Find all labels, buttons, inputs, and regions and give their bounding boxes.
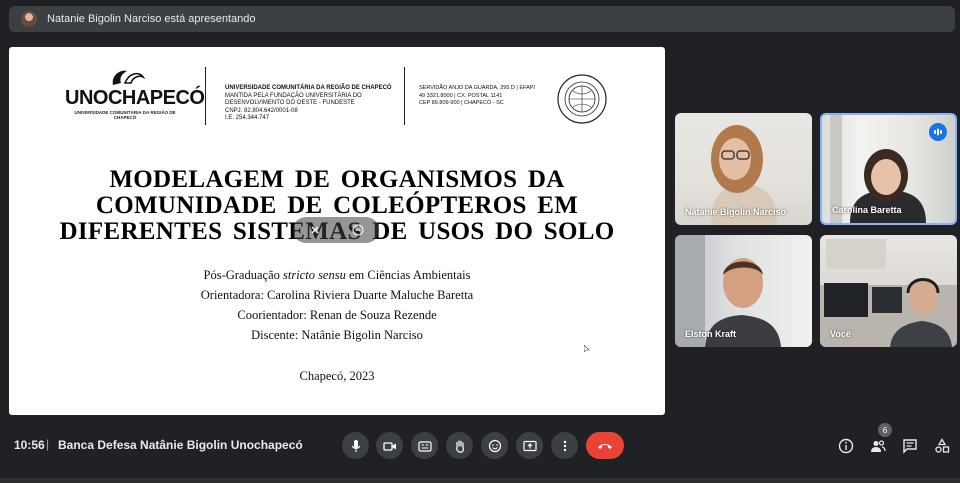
chat-icon [903,439,917,454]
address-info: SERVIDÃO ANJO DA GUARDA, 295 D | EFAPI 4… [419,85,535,108]
address-line: CEP 89.809-900 | CHAPECÓ - SC [419,100,504,106]
people-button[interactable] [868,436,888,456]
phone-hangup-icon [598,443,612,449]
emoji-icon [488,439,501,452]
meeting-clock: 10:56 [14,438,45,452]
coadvisor-line: Coorientador: Renan de Souza Rezende [237,308,437,322]
info-icon [838,438,854,454]
divider-line [404,67,405,125]
address-line: SERVIDÃO ANJO DA GUARDA, 295 D | EFAPI [419,85,535,91]
participant-name: Você [830,329,851,339]
mouse-cursor-icon [584,345,590,353]
meeting-title: Banca Defesa Natânie Bigolin Unochapecó [58,438,303,452]
institution-info: UNIVERSIDADE COMUNITÁRIA DA REGIÃO DE CH… [225,85,392,123]
logo-wordmark: UNOCHAPECÓ [65,87,205,109]
speaking-indicator-icon [929,123,947,141]
university-seal-icon [557,74,607,124]
program-italic: stricto sensu [283,268,346,282]
clock-separator: | [46,437,50,451]
participant-tile-self[interactable]: Você [820,235,957,347]
presentation-slide: UNOCHAPECÓ UNIVERSIDADE COMUNITÁRIA DA R… [9,47,665,415]
unochapeco-logo: UNOCHAPECÓ UNIVERSIDADE COMUNITÁRIA DA R… [65,65,205,123]
reactions-button[interactable] [481,432,508,459]
title-line: COMUNIDADE DE COLEÓPTEROS EM [95,192,579,219]
institution-line: I.E. 254.344.747 [225,115,270,121]
city-year: Chapecó, 2023 [299,369,375,383]
address-line: 49 3321.8000 | CX. POSTAL 1141 [419,92,503,99]
end-call-button[interactable] [586,432,624,459]
presenting-text: Natanie Bigolin Narciso está apresentand… [47,13,256,25]
title-line: MODELAGEM DE ORGANISMOS DA [109,166,565,193]
institution-line: DESENVOLVIMENTO DO OESTE - FUNDESTE [225,100,355,106]
minus-icon[interactable] [352,224,364,236]
raise-hand-button[interactable] [446,432,473,459]
institution-line: MANTIDA PELA FUNDAÇÃO UNIVERSITÁRIA DO [225,92,362,99]
camera-button[interactable] [376,432,403,459]
presenter-avatar [21,11,37,27]
institution-line: CNPJ. 82.804.642/0001-08 [225,107,298,114]
thesis-info: Pós-Graduação stricto sensu em Ciências … [9,265,665,345]
participant-name: Carolina Baretta [832,205,902,215]
participant-name: Elston Kraft [685,329,737,339]
logo-subtitle: UNIVERSIDADE COMUNITÁRIA DA REGIÃO DE CH… [74,110,176,120]
present-icon [522,440,537,451]
institution-line: UNIVERSIDADE COMUNITÁRIA DA REGIÃO DE CH… [225,85,392,91]
shapes-icon [935,438,950,453]
present-screen-button[interactable] [516,432,543,459]
meeting-details-button[interactable] [836,436,856,456]
microphone-button[interactable] [342,432,369,459]
people-count-badge: 6 [878,423,892,437]
bottom-strip [0,478,960,483]
activities-button[interactable] [932,436,952,456]
divider-line [205,67,206,125]
captions-button[interactable] [411,432,438,459]
hand-icon [455,439,464,453]
student-line: Discente: Natânie Bigolin Narciso [251,328,423,342]
presenting-banner: Natanie Bigolin Narciso está apresentand… [9,6,955,32]
advisor-line: Orientadora: Carolina Riviera Duarte Mal… [200,288,474,302]
participant-tile-speaking[interactable]: Carolina Baretta [820,113,957,225]
more-options-button[interactable] [551,432,578,459]
chat-button[interactable] [900,436,920,456]
more-vert-icon [563,440,566,451]
people-icon [871,440,886,452]
close-icon[interactable] [309,224,321,236]
participant-tile[interactable]: Natanie Bigolin Narciso [675,113,812,225]
captions-icon [417,440,432,452]
camera-icon [382,441,396,451]
program-suffix: em Ciências Ambientais [345,268,471,282]
participant-tile[interactable]: Elston Kraft [675,235,812,347]
program-prefix: Pós-Graduação [203,268,283,282]
participant-name: Natanie Bigolin Narciso [685,207,787,217]
slide-overlay-controls[interactable] [293,217,379,243]
microphone-icon [351,439,360,452]
program-line: Pós-Graduação stricto sensu em Ciências … [9,265,665,285]
